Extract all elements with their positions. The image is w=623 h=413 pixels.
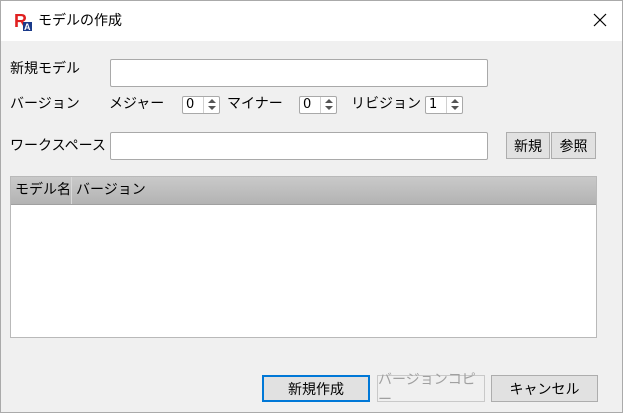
copy-version-button: バージョンコピー — [377, 372, 485, 408]
title-bar[interactable]: R A モデルの作成 — [1, 1, 622, 41]
close-icon — [593, 13, 607, 27]
workspace-input[interactable] — [110, 132, 488, 160]
column-header-version[interactable]: バージョン — [72, 177, 272, 204]
table-header: モデル名 バージョン — [11, 177, 596, 205]
model-table[interactable]: モデル名 バージョン — [10, 176, 597, 338]
spin-up-icon[interactable] — [325, 99, 333, 103]
minor-spinner-arrows[interactable] — [320, 97, 336, 113]
minor-value: 0 — [303, 97, 312, 112]
major-label: メジャー — [109, 96, 165, 112]
minor-spinner[interactable]: 0 — [299, 96, 337, 114]
create-model-dialog: R A モデルの作成 新規モデル バージョン メジャー 0 マイナー 0 リビジ… — [0, 0, 623, 413]
major-spinner-arrows[interactable] — [203, 97, 219, 113]
major-value: 0 — [186, 97, 195, 112]
close-button[interactable] — [578, 1, 622, 39]
revision-label: リビジョン — [351, 96, 421, 112]
new-workspace-button[interactable]: 新規 — [506, 132, 550, 159]
svg-text:A: A — [24, 22, 31, 31]
model-name-label: 新規モデル — [10, 61, 80, 77]
spin-down-icon[interactable] — [451, 106, 459, 110]
spin-up-icon[interactable] — [208, 99, 216, 103]
spin-down-icon[interactable] — [208, 106, 216, 110]
window-title: モデルの作成 — [38, 13, 122, 29]
major-spinner[interactable]: 0 — [182, 96, 220, 114]
column-header-model-name[interactable]: モデル名 — [11, 177, 72, 204]
model-name-input[interactable] — [110, 59, 488, 87]
minor-label: マイナー — [227, 96, 283, 112]
workspace-label: ワークスペース — [10, 138, 106, 154]
spin-down-icon[interactable] — [325, 106, 333, 110]
browse-button[interactable]: 参照 — [551, 132, 596, 159]
revision-value: 1 — [429, 97, 438, 112]
version-label: バージョン — [10, 96, 80, 112]
revision-spinner[interactable]: 1 — [425, 96, 463, 114]
cancel-button[interactable]: キャンセル — [491, 375, 598, 402]
create-button[interactable]: 新規作成 — [262, 375, 370, 402]
revision-spinner-arrows[interactable] — [446, 97, 462, 113]
app-logo-icon: R A — [14, 11, 32, 31]
spin-up-icon[interactable] — [451, 99, 459, 103]
